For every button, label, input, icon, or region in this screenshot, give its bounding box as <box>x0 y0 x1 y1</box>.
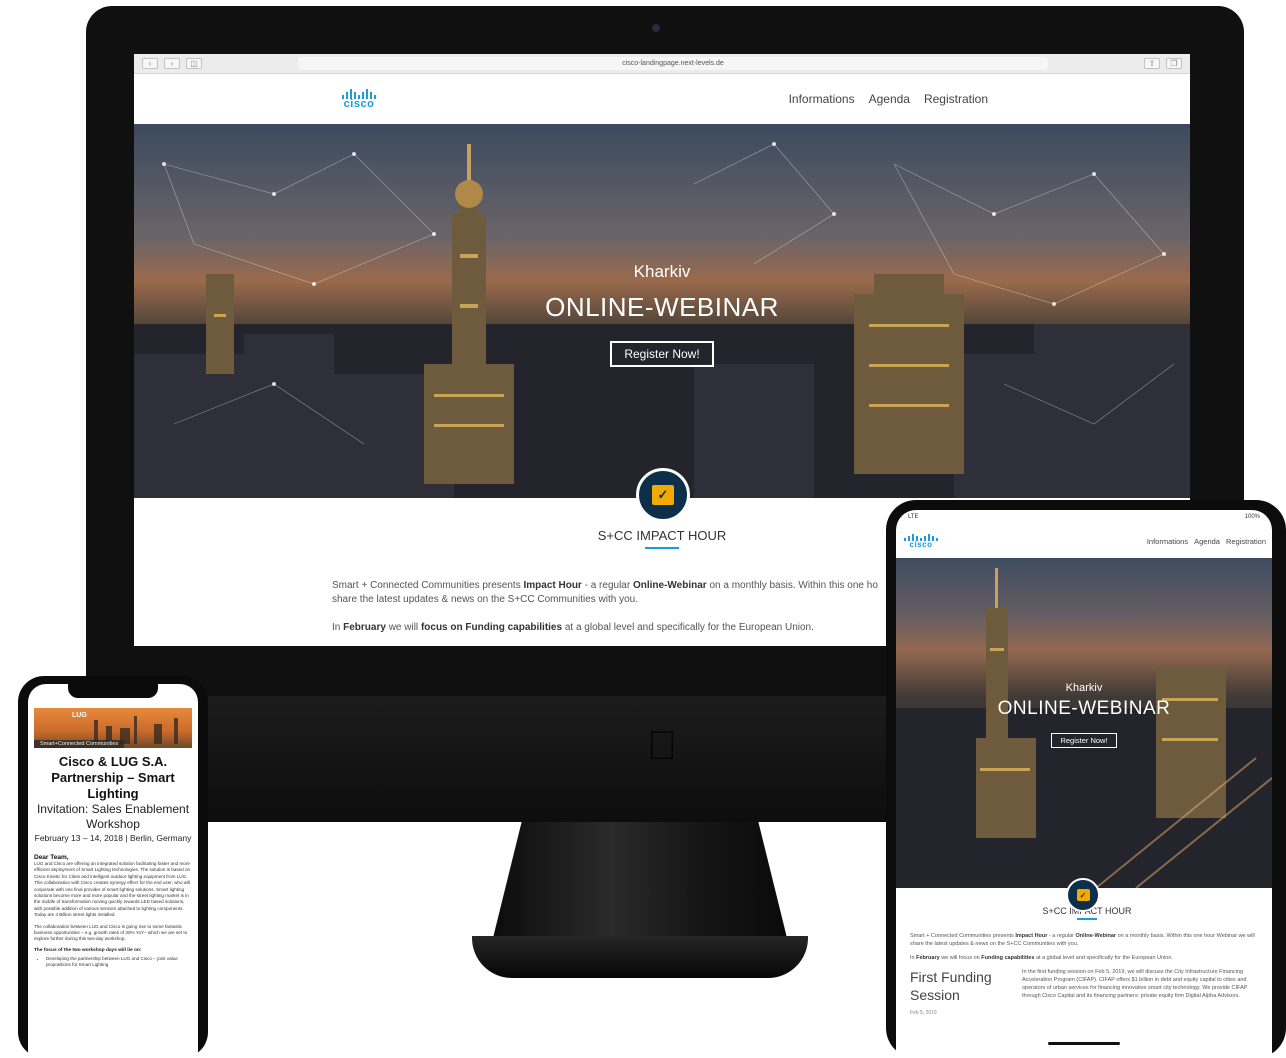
phone-notch <box>68 684 158 698</box>
email-paragraph-2: The collaboration between LUG and Cisco … <box>34 923 188 942</box>
phone-screen: LUG Smart+Connected Communities Cisco & … <box>28 684 198 1058</box>
tablet-hero-text: Kharkiv ONLINE-WEBINAR Register Now! <box>896 682 1272 748</box>
intro-paragraph-2: In February we will focus on Funding cap… <box>910 955 1173 961</box>
intro-paragraph-1: Smart + Connected Communities presents I… <box>332 580 878 605</box>
banner-tagline: Smart+Connected Communities <box>34 740 125 748</box>
hero-text: Kharkiv ONLINE-WEBINAR Register Now! <box>134 262 1190 367</box>
funding-title: First Funding Session <box>910 969 992 1003</box>
cisco-logo[interactable]: cisco <box>342 88 376 110</box>
ipad-frame: LTE 100% cisco Informations Agenda Regis… <box>886 500 1286 1058</box>
status-bar: LTE 100% <box>896 510 1272 524</box>
battery-label: 100% <box>1244 514 1260 520</box>
list-item: Developing the partnership between LUG a… <box>46 956 192 969</box>
cisco-bars-icon <box>342 88 376 99</box>
home-indicator[interactable] <box>1048 1042 1120 1045</box>
email-paragraph-1: LUG and Cisco are offering an integrated… <box>34 861 191 918</box>
cisco-logo[interactable]: cisco <box>904 533 938 549</box>
email-banner-image: LUG Smart+Connected Communities <box>34 708 192 748</box>
back-icon[interactable]: ‹ <box>142 58 158 69</box>
nav-informations[interactable]: Informations <box>789 92 855 106</box>
nav-agenda[interactable]: Agenda <box>869 92 910 106</box>
title-underline <box>1077 918 1097 920</box>
calendar-check-icon: ✓ <box>1076 889 1090 901</box>
address-bar[interactable]: cisco-landingpage.next-levels.de <box>298 57 1048 70</box>
share-icon[interactable]: ⇧ <box>1144 58 1160 69</box>
register-now-button[interactable]: Register Now! <box>1051 733 1117 748</box>
funding-date: Feb 5, 2019 <box>910 1010 937 1016</box>
browser-toolbar: ‹ › ◫ cisco-landingpage.next-levels.de ⇧… <box>134 54 1190 74</box>
device-mockup-scene:  ‹ › ◫ cisco-landingpage.next-levels.de… <box>0 0 1286 1058</box>
tablet-screen: LTE 100% cisco Informations Agenda Regis… <box>896 510 1272 1058</box>
forward-icon[interactable]: › <box>164 58 180 69</box>
imac-stand <box>492 822 788 942</box>
main-nav: Informations Agenda Registration <box>789 92 988 106</box>
nav-informations[interactable]: Informations <box>1147 537 1188 546</box>
intro-paragraph-2: In February we will focus on Funding cap… <box>332 622 814 633</box>
site-header: cisco Informations Agenda Registration <box>134 74 1190 124</box>
email-subtitle: Invitation: Sales Enablement Workshop <box>36 802 190 831</box>
hero-banner: Kharkiv ONLINE-WEBINAR Register Now! <box>134 124 1190 498</box>
calendar-check-icon: ✓ <box>652 485 674 505</box>
hero-city: Kharkiv <box>1065 682 1103 694</box>
nav-registration[interactable]: Registration <box>924 92 988 106</box>
focus-heading: The focus of the two workshop days will … <box>34 947 142 953</box>
imac-foot <box>472 936 808 978</box>
lug-logo: LUG <box>72 712 87 719</box>
funding-description: In the first funding session on Feb 5, 2… <box>1022 969 1248 999</box>
focus-list: Developing the partnership between LUG a… <box>34 956 192 969</box>
tablet-hero-banner: Kharkiv ONLINE-WEBINAR Register Now! <box>896 558 1272 888</box>
calendar-badge: ✓ <box>636 468 690 522</box>
email-greeting: Dear Team, <box>34 854 69 861</box>
hero-title: ONLINE-WEBINAR <box>545 292 779 322</box>
iphone-frame: LUG Smart+Connected Communities Cisco & … <box>18 676 208 1058</box>
hero-title: ONLINE-WEBINAR <box>997 698 1171 719</box>
sidebar-icon[interactable]: ◫ <box>186 58 202 69</box>
title-underline <box>645 547 679 549</box>
cisco-wordmark: cisco <box>909 539 933 549</box>
hero-city: Kharkiv <box>633 262 691 281</box>
calendar-badge: ✓ <box>1066 878 1100 912</box>
email-title: Cisco & LUG S.A. Partnership – Smart Lig… <box>51 754 175 801</box>
funding-session: First Funding Session Feb 5, 2019 In the… <box>910 968 1264 1016</box>
cisco-wordmark: cisco <box>343 97 375 110</box>
nav-agenda[interactable]: Agenda <box>1194 537 1220 546</box>
apple-logo-icon:  <box>640 720 684 772</box>
camera-icon <box>652 24 660 32</box>
nav-registration[interactable]: Registration <box>1226 537 1266 546</box>
carrier-label: LTE <box>908 514 919 520</box>
tablet-header: cisco Informations Agenda Registration <box>896 524 1272 558</box>
email-body: Cisco & LUG S.A. Partnership – Smart Lig… <box>34 754 192 969</box>
tablet-nav: Informations Agenda Registration <box>1147 537 1266 546</box>
email-date: February 13 – 14, 2018 | Berlin, Germany <box>34 833 192 843</box>
tabs-icon[interactable]: ❐ <box>1166 58 1182 69</box>
register-now-button[interactable]: Register Now! <box>610 341 714 367</box>
intro-paragraph-1: Smart + Connected Communities presents I… <box>910 933 1255 947</box>
